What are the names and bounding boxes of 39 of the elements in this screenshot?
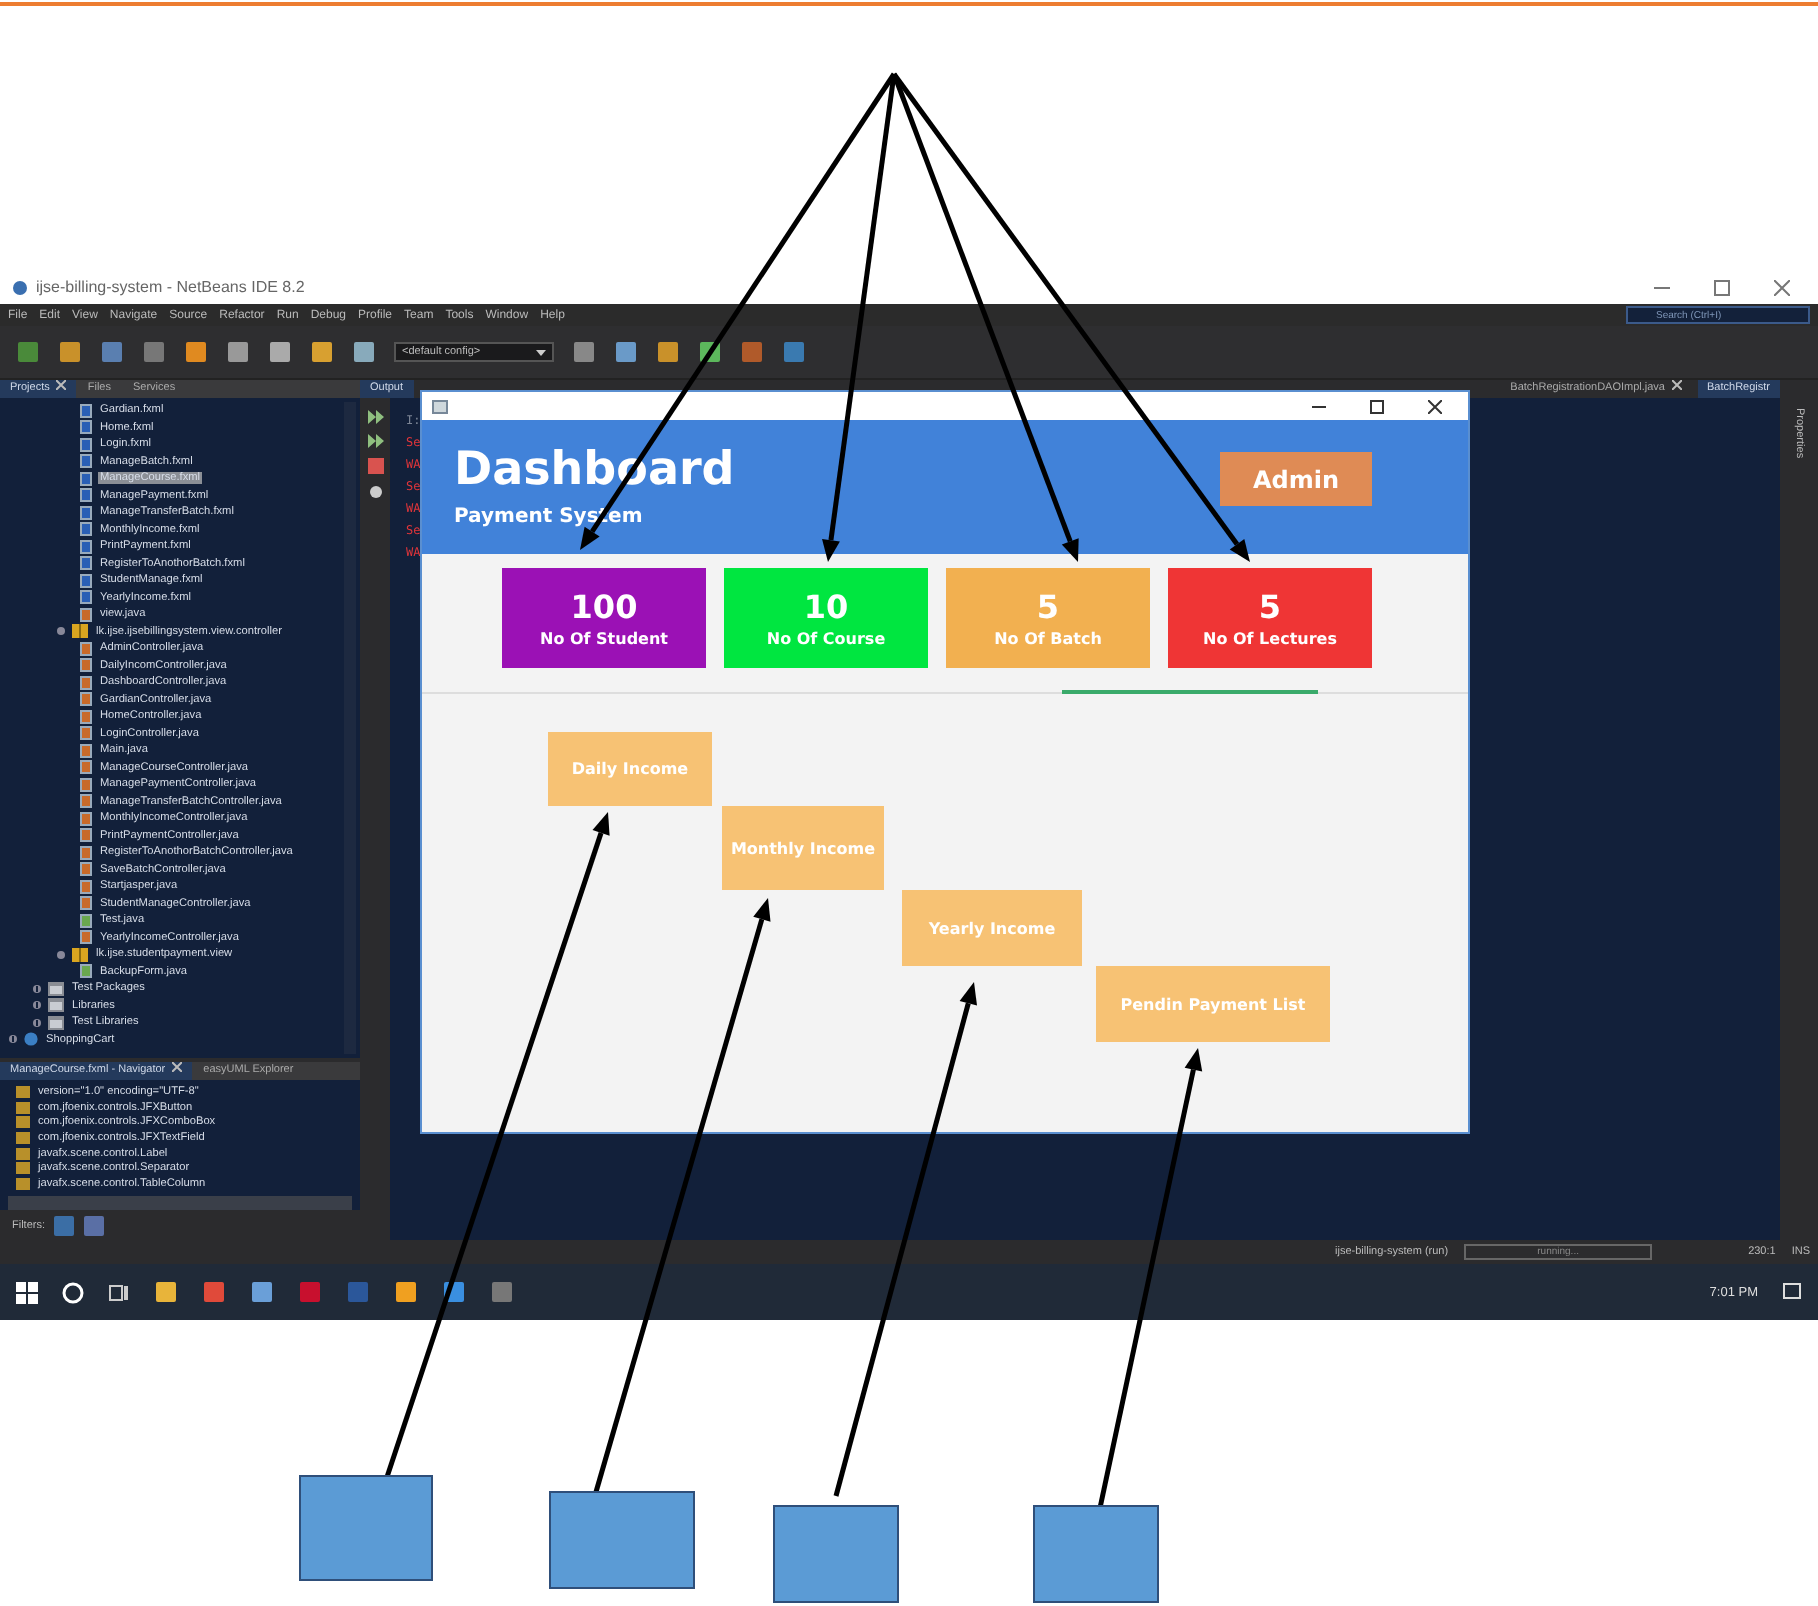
maximize-icon[interactable] [1370, 399, 1384, 413]
rerun-icon[interactable] [367, 434, 383, 448]
close-icon[interactable] [1428, 399, 1442, 413]
callout-box [299, 1475, 433, 1581]
stat-label: No Of Batch [994, 629, 1102, 647]
form-file-icon [80, 964, 92, 979]
java-file-icon [80, 607, 92, 622]
stat-value: 100 [570, 589, 638, 623]
form-file-icon [80, 913, 92, 928]
stop-icon[interactable] [367, 458, 383, 474]
stat-value: 5 [1036, 589, 1060, 623]
stat-label: No Of Student [540, 629, 668, 647]
window-title: ijse-billing-system - NetBeans IDE 8.2 [36, 278, 305, 296]
caret-icon [536, 349, 546, 355]
collapse-icon[interactable] [56, 949, 66, 960]
java-file-icon [80, 930, 92, 945]
stat-value: 10 [803, 589, 849, 623]
close-icon[interactable] [55, 380, 66, 390]
callout-box [773, 1505, 899, 1603]
callout-box [1033, 1505, 1159, 1603]
expand-icon[interactable] [32, 1017, 42, 1028]
package-icon [72, 624, 88, 639]
stat-value: 5 [1258, 589, 1282, 623]
package-icon [72, 947, 88, 962]
app-logo-icon [12, 279, 28, 295]
rerun-icon[interactable] [367, 410, 383, 424]
collapse-icon[interactable] [56, 626, 66, 637]
expand-icon[interactable] [32, 1000, 42, 1011]
globe-icon [24, 1032, 38, 1047]
expand-icon[interactable] [32, 983, 42, 994]
close-icon[interactable] [171, 1062, 182, 1072]
windows-logo-icon[interactable] [16, 1281, 38, 1303]
close-icon[interactable] [1671, 380, 1681, 390]
circle-icon[interactable] [62, 1281, 84, 1303]
stat-label: No Of Course [766, 629, 886, 647]
stat-label: No Of Lectures [1203, 629, 1337, 647]
task-view-icon[interactable] [108, 1281, 130, 1303]
notification-icon[interactable] [1782, 1282, 1802, 1302]
expand-icon[interactable] [8, 1034, 18, 1045]
